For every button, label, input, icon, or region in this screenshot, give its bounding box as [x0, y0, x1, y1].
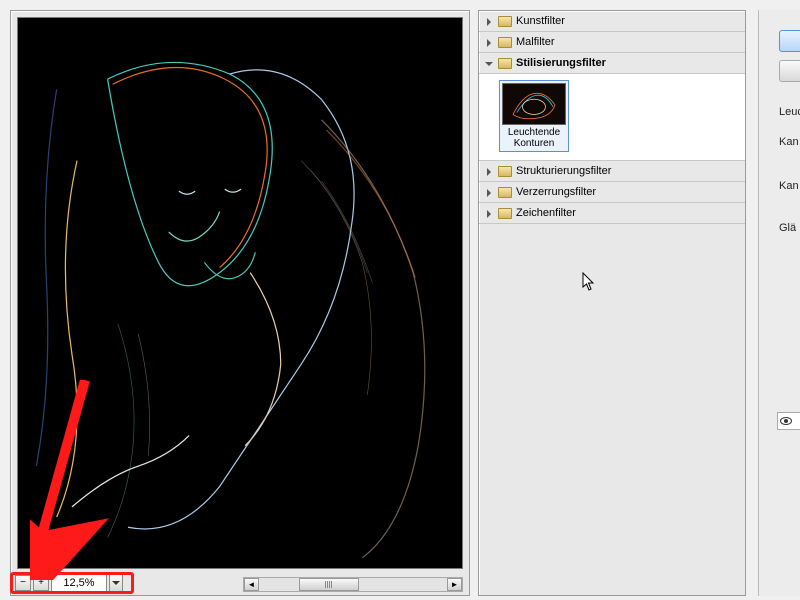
- cancel-button[interactable]: [779, 60, 800, 82]
- scroll-right-button[interactable]: ►: [447, 578, 462, 591]
- filter-category-verzerrungsfilter[interactable]: Verzerrungsfilter: [479, 182, 745, 203]
- folder-icon: [498, 187, 512, 198]
- filter-thumbnail-image: [502, 83, 566, 125]
- expand-icon: [485, 188, 494, 197]
- filter-thumb-leuchtende-konturen[interactable]: Leuchtende Konturen: [499, 80, 569, 152]
- zoom-dropdown-button[interactable]: [109, 574, 123, 592]
- zoom-value[interactable]: 12,5%: [51, 574, 107, 592]
- filter-thumbnails-row: Leuchtende Konturen: [479, 74, 745, 161]
- filter-category-panel: Kunstfilter Malfilter Stilisierungsfilte…: [478, 10, 746, 596]
- filter-category-malfilter[interactable]: Malfilter: [479, 32, 745, 53]
- folder-icon: [498, 37, 512, 48]
- expand-icon: [485, 17, 494, 26]
- category-label: Malfilter: [516, 36, 739, 48]
- filter-preview-image: [17, 17, 463, 569]
- folder-icon: [498, 208, 512, 219]
- preview-panel: − + 12,5% ◄ ►: [10, 10, 470, 596]
- collapse-icon: [485, 59, 494, 68]
- expand-icon: [485, 38, 494, 47]
- filter-thumbnail-caption: Leuchtende Konturen: [502, 127, 566, 149]
- category-label: Verzerrungsfilter: [516, 186, 739, 198]
- filter-settings-panel: Leuc Kan Kan Glä Leu: [758, 10, 800, 596]
- category-label: Kunstfilter: [516, 15, 739, 27]
- folder-icon: [498, 166, 512, 177]
- scroll-thumb[interactable]: [299, 578, 359, 591]
- folder-icon: [498, 58, 512, 69]
- visibility-eye-icon[interactable]: [780, 417, 792, 425]
- category-label: Strukturierungsfilter: [516, 165, 739, 177]
- param-label: Glä: [779, 222, 796, 234]
- filter-category-strukturierungsfilter[interactable]: Strukturierungsfilter: [479, 161, 745, 182]
- expand-icon: [485, 167, 494, 176]
- filter-name-label: Leuc: [779, 106, 800, 118]
- category-label: Zeichenfilter: [516, 207, 739, 219]
- effect-layer-row[interactable]: [777, 412, 800, 430]
- filter-category-zeichenfilter[interactable]: Zeichenfilter: [479, 203, 745, 224]
- scroll-left-button[interactable]: ◄: [244, 578, 259, 591]
- zoom-toolbar: − + 12,5% ◄ ►: [11, 571, 469, 595]
- param-label: Kan: [779, 136, 799, 148]
- expand-icon: [485, 209, 494, 218]
- zoom-in-button[interactable]: +: [33, 575, 49, 591]
- ok-button[interactable]: [779, 30, 800, 52]
- filter-category-kunstfilter[interactable]: Kunstfilter: [479, 11, 745, 32]
- folder-icon: [498, 16, 512, 27]
- filter-category-stilisierungsfilter[interactable]: Stilisierungsfilter: [479, 53, 745, 74]
- scroll-track[interactable]: [259, 578, 447, 591]
- preview-horizontal-scrollbar[interactable]: ◄ ►: [243, 577, 463, 592]
- category-label: Stilisierungsfilter: [516, 57, 739, 69]
- param-label: Kan: [779, 180, 799, 192]
- zoom-out-button[interactable]: −: [15, 575, 31, 591]
